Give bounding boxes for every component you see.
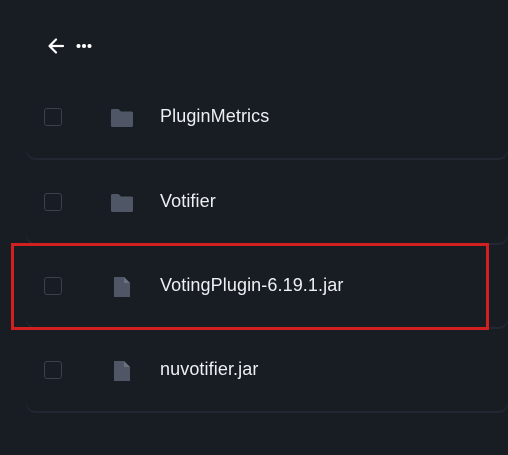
file-row[interactable]: PluginMetrics (26, 76, 508, 160)
file-name[interactable]: PluginMetrics (160, 106, 269, 127)
row-checkbox[interactable] (44, 361, 62, 379)
file-name[interactable]: VotingPlugin-6.19.1.jar (160, 275, 343, 296)
file-row[interactable]: VotingPlugin-6.19.1.jar (26, 245, 508, 329)
back-button[interactable] (44, 34, 68, 58)
arrow-left-icon (48, 38, 65, 54)
file-manager: PluginMetrics Votifier VotingPlugin-6.19… (0, 0, 508, 455)
file-name[interactable]: Votifier (160, 191, 216, 212)
row-checkbox[interactable] (44, 108, 62, 126)
file-icon (114, 361, 130, 381)
row-checkbox[interactable] (44, 277, 62, 295)
more-horizontal-icon (76, 44, 92, 48)
more-options-button[interactable] (72, 34, 96, 58)
toolbar (44, 34, 96, 58)
file-icon (114, 277, 130, 297)
file-name[interactable]: nuvotifier.jar (160, 359, 258, 380)
folder-icon (111, 194, 133, 212)
file-row[interactable]: Votifier (26, 161, 508, 245)
row-checkbox[interactable] (44, 193, 62, 211)
folder-icon (111, 109, 133, 127)
file-row[interactable]: nuvotifier.jar (26, 329, 508, 413)
